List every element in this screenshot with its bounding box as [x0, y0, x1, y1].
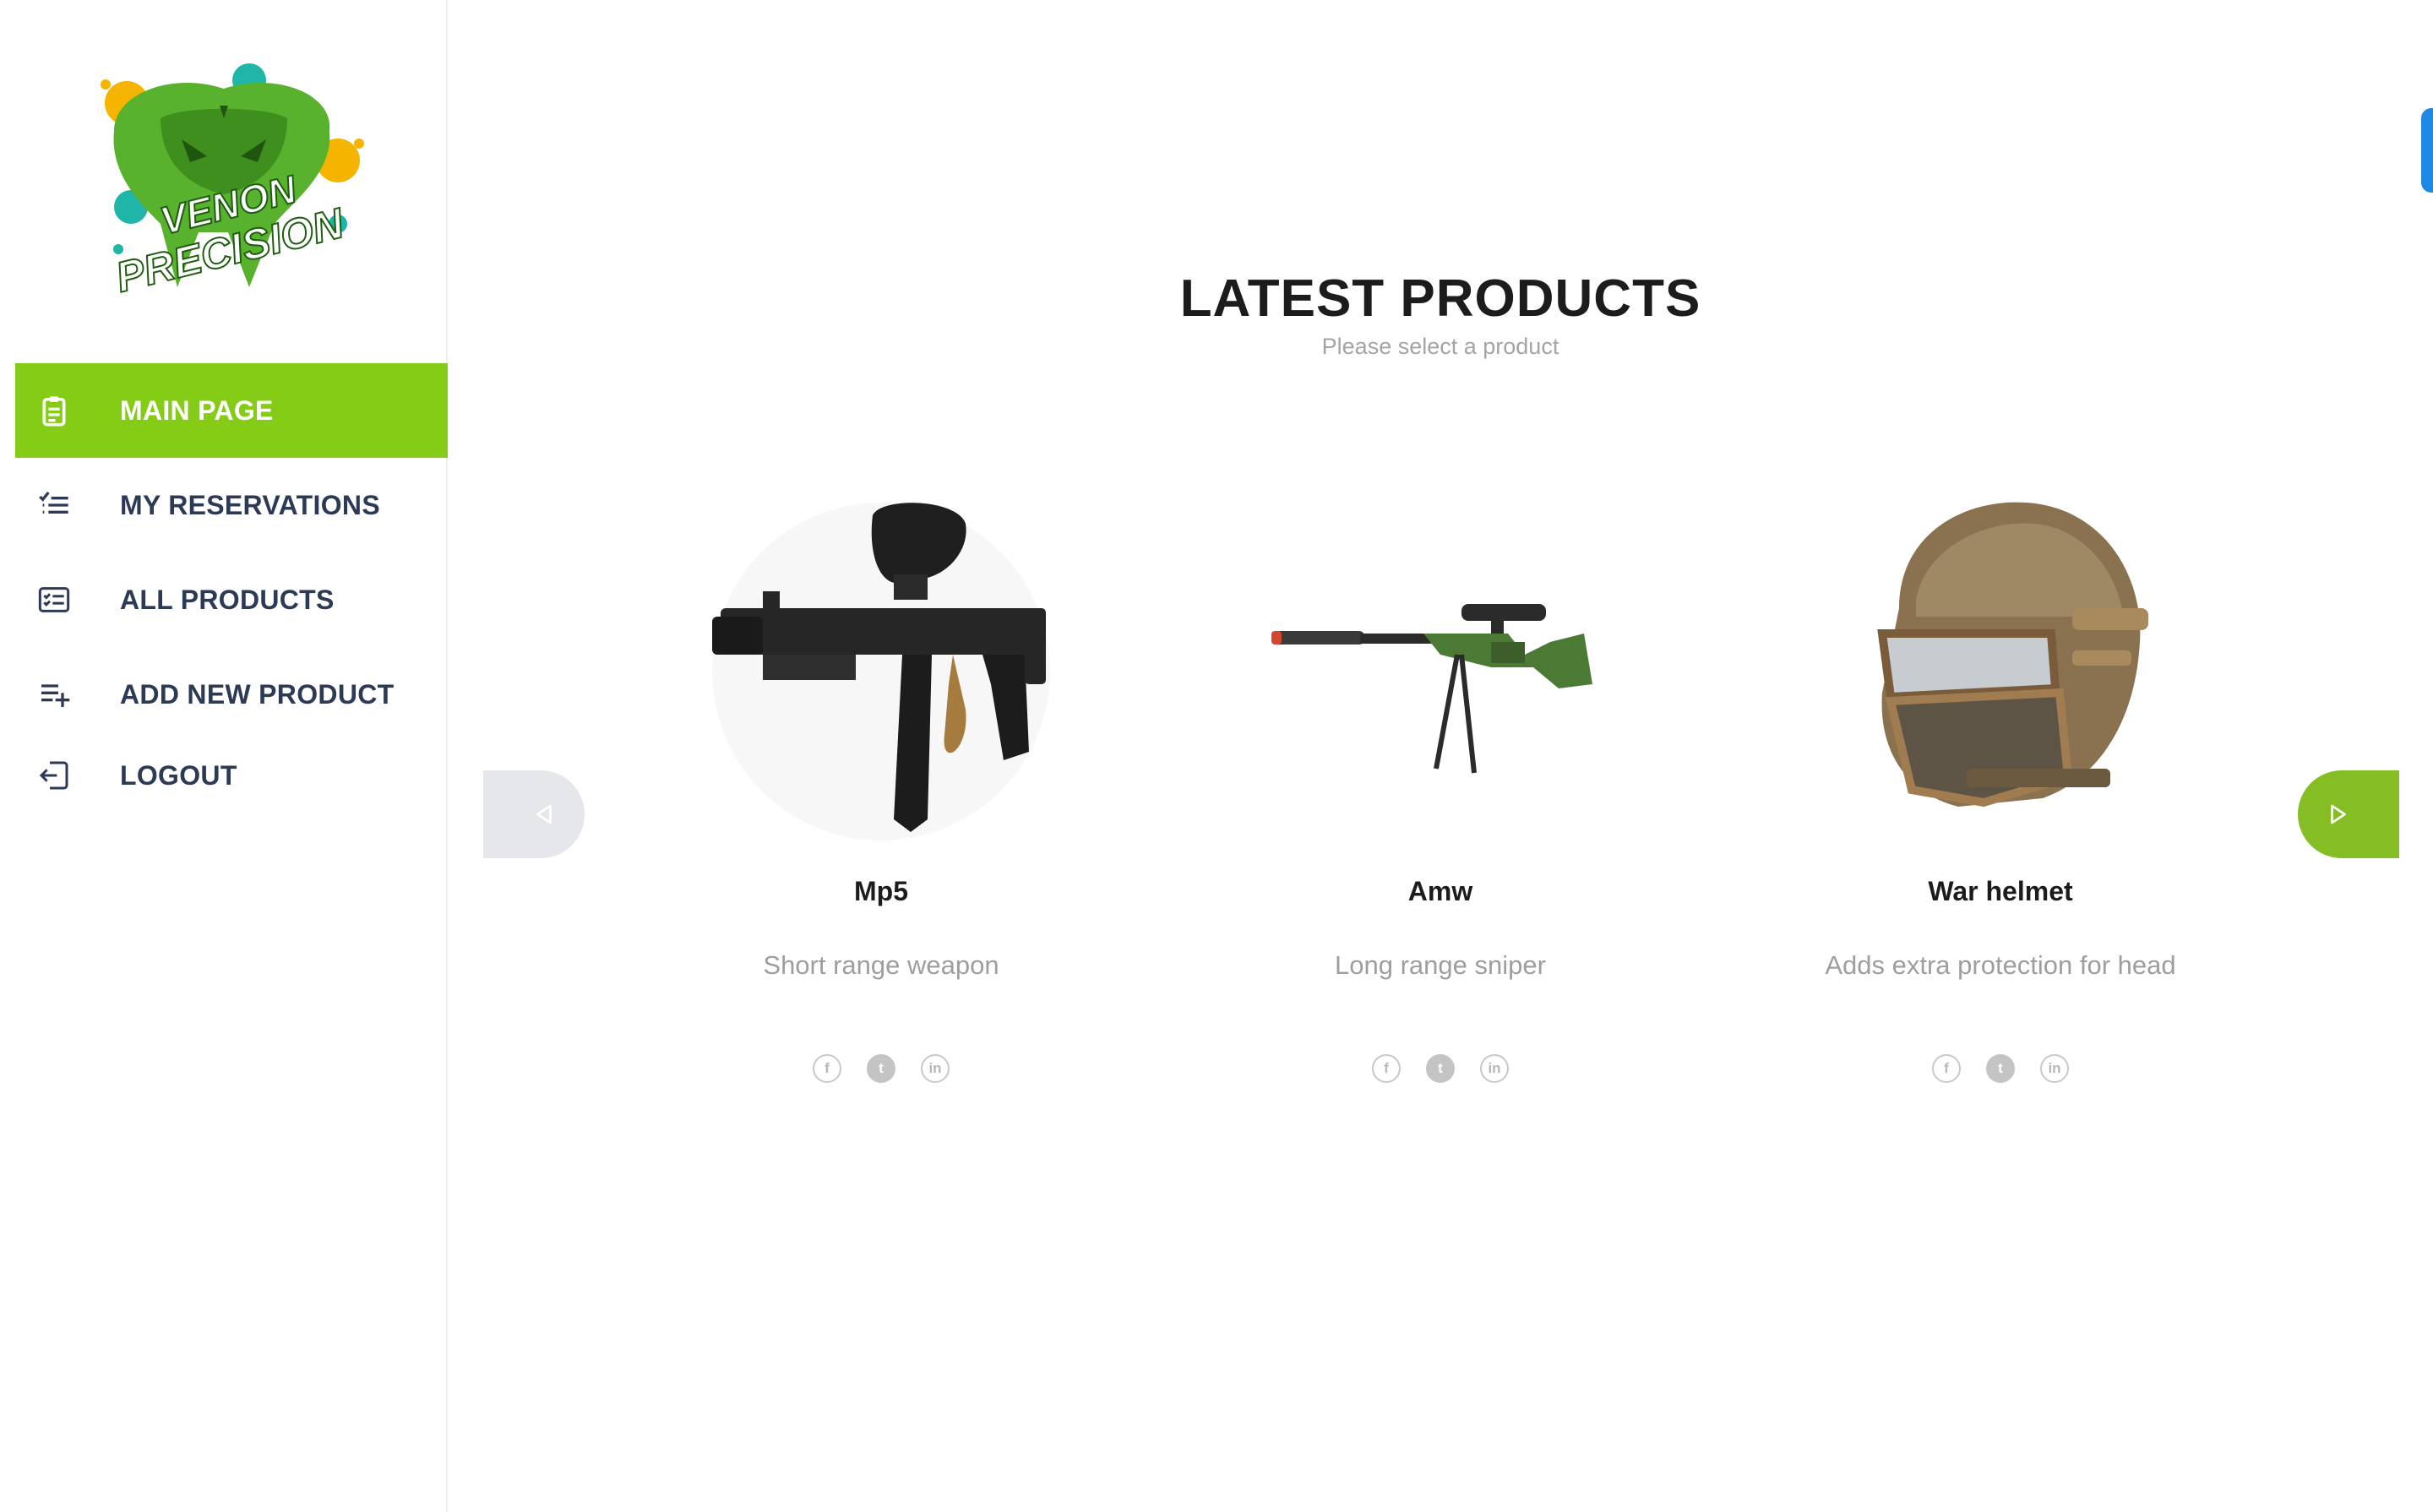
twitter-icon[interactable]: t	[867, 1054, 895, 1083]
product-title[interactable]: Amw	[1229, 876, 1652, 907]
product-card[interactable]: Amw Long range sniper f t in	[1229, 498, 1652, 1090]
carousel-prev-button[interactable]	[483, 770, 585, 858]
product-description: Long range sniper	[1335, 950, 1546, 980]
playlist-add-icon	[34, 674, 74, 715]
product-card[interactable]: Mp5 Short range weapon f t in	[670, 498, 1092, 1090]
product-image-mp5[interactable]	[712, 498, 1050, 845]
sidebar-item-all-products[interactable]: ALL PRODUCTS	[15, 552, 448, 647]
sidebar-item-label: MY RESERVATIONS	[120, 489, 380, 520]
twitter-icon[interactable]: t	[1426, 1054, 1455, 1083]
triangle-left-icon	[536, 804, 552, 824]
checklist-icon	[34, 485, 74, 525]
social-links: f t in	[1229, 1054, 1652, 1083]
page-subtitle: Please select a product	[1321, 334, 1559, 359]
sidebar: VENON PRECISION MAIN PAGE MY RESERVATION…	[0, 0, 448, 1512]
social-links: f t in	[670, 1054, 1092, 1083]
page-title: LATEST PRODUCTS	[1179, 269, 1701, 328]
facebook-icon[interactable]: f	[1932, 1054, 1961, 1083]
venon-precision-logo[interactable]: VENON PRECISION	[80, 59, 367, 304]
logout-icon	[34, 755, 74, 796]
product-image-amw[interactable]	[1271, 498, 1609, 845]
sidebar-item-logout[interactable]: LOGOUT	[15, 728, 448, 823]
social-links: f t in	[1789, 1054, 2212, 1083]
sidebar-item-my-reservations[interactable]: MY RESERVATIONS	[15, 458, 448, 552]
product-title[interactable]: Mp5	[670, 876, 1092, 907]
product-card[interactable]: War helmet Adds extra protection for hea…	[1789, 498, 2212, 1090]
product-description: Adds extra protection for head	[1825, 950, 2176, 980]
facebook-icon[interactable]: f	[813, 1054, 841, 1083]
clipboard-list-icon	[34, 390, 74, 431]
sidebar-item-label: LOGOUT	[120, 759, 237, 791]
carousel-next-button[interactable]	[2298, 770, 2399, 858]
linkedin-icon[interactable]: in	[921, 1054, 950, 1083]
product-description: Short range weapon	[763, 950, 999, 980]
sidebar-item-main-page[interactable]: MAIN PAGE	[15, 363, 448, 458]
sidebar-item-label: ADD NEW PRODUCT	[120, 678, 395, 710]
product-title[interactable]: War helmet	[1789, 876, 2212, 907]
triangle-right-icon	[2331, 804, 2346, 824]
facebook-icon[interactable]: f	[1372, 1054, 1401, 1083]
product-image-war-helmet[interactable]	[1832, 498, 2169, 845]
scroll-handle[interactable]	[2421, 108, 2433, 193]
sidebar-item-label: ALL PRODUCTS	[120, 584, 335, 615]
linkedin-icon[interactable]: in	[2040, 1054, 2069, 1083]
twitter-icon[interactable]: t	[1986, 1054, 2015, 1083]
linkedin-icon[interactable]: in	[1480, 1054, 1509, 1083]
sidebar-item-label: MAIN PAGE	[120, 394, 274, 426]
list-card-icon	[34, 579, 74, 620]
